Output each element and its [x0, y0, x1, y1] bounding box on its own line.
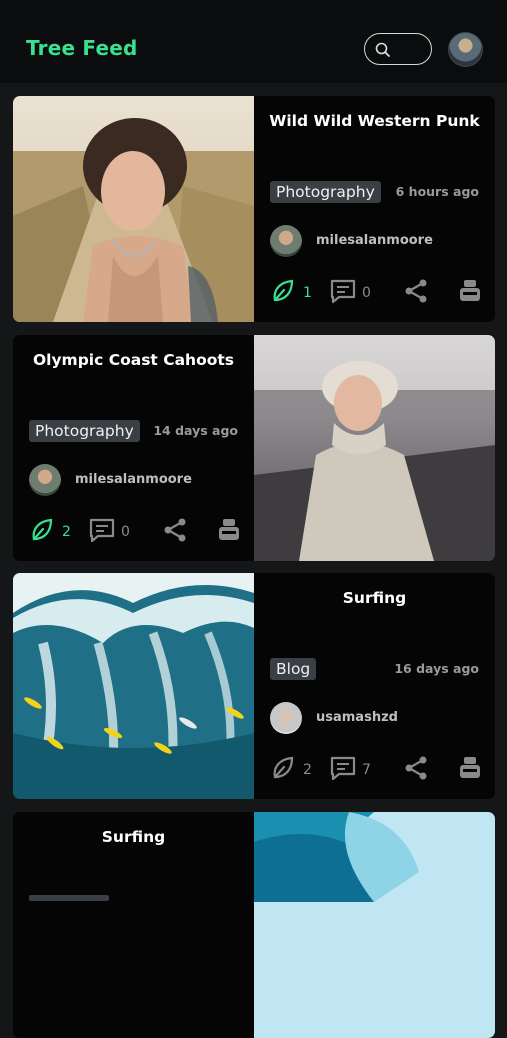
post-image[interactable] [254, 335, 495, 561]
app-header: Tree Feed [0, 0, 507, 83]
post-actions: 2 7 [270, 755, 480, 783]
share-icon [405, 756, 427, 780]
comment-icon [330, 756, 356, 781]
category-badge[interactable]: Photography [29, 420, 140, 442]
post-card[interactable]: Olympic Coast Cahoots Photography 14 day… [13, 335, 495, 561]
post-info: Surfing Blog 16 days ago usamashzd 2 7 [254, 573, 495, 799]
category-badge[interactable]: Blog [270, 658, 317, 680]
author-name[interactable]: milesalanmoore [316, 233, 433, 248]
app-title: Tree Feed [26, 36, 138, 60]
comment-count: 7 [362, 762, 371, 778]
author-avatar[interactable] [29, 464, 61, 496]
post-info: Wild Wild Western Punk Photography 6 hou… [254, 96, 495, 322]
post-info: Surfing [13, 812, 254, 1038]
author-name[interactable]: usamashzd [316, 710, 398, 725]
author-avatar[interactable] [270, 702, 302, 734]
post-title[interactable]: Surfing [254, 589, 495, 607]
robot-icon [219, 519, 239, 540]
comment-icon [89, 518, 115, 543]
post-time: 14 days ago [153, 423, 238, 438]
post-actions: 2 0 [29, 517, 239, 545]
post-time: 6 hours ago [395, 184, 479, 199]
robot-icon [460, 757, 480, 778]
leaf-icon [32, 518, 53, 541]
post-time: 16 days ago [394, 661, 479, 676]
search-icon [375, 42, 390, 57]
like-count: 2 [62, 524, 71, 540]
post-title[interactable]: Wild Wild Western Punk [254, 112, 495, 130]
comment-icon [330, 279, 356, 304]
post-image[interactable] [254, 812, 495, 1038]
like-count: 2 [303, 762, 312, 778]
post-card[interactable]: Surfing [13, 812, 495, 1038]
post-image[interactable] [13, 573, 254, 799]
leaf-icon [273, 279, 294, 302]
post-actions: 1 0 [270, 278, 480, 306]
author-avatar[interactable] [270, 225, 302, 257]
category-badge[interactable] [29, 895, 109, 901]
share-icon [405, 279, 427, 303]
category-badge[interactable]: Photography [270, 181, 381, 203]
author-name[interactable]: milesalanmoore [75, 472, 192, 487]
post-info: Olympic Coast Cahoots Photography 14 day… [13, 335, 254, 561]
post-card[interactable]: Wild Wild Western Punk Photography 6 hou… [13, 96, 495, 322]
search-input[interactable] [364, 33, 432, 65]
post-title[interactable]: Olympic Coast Cahoots [13, 351, 254, 369]
comment-count: 0 [121, 524, 130, 540]
post-title[interactable]: Surfing [13, 828, 254, 846]
robot-icon [460, 280, 480, 301]
post-card[interactable]: Surfing Blog 16 days ago usamashzd 2 7 [13, 573, 495, 799]
post-image[interactable] [13, 96, 254, 322]
comment-count: 0 [362, 285, 371, 301]
user-avatar[interactable] [448, 32, 483, 67]
share-icon [164, 518, 186, 542]
leaf-icon [273, 756, 294, 779]
like-count: 1 [303, 285, 312, 301]
